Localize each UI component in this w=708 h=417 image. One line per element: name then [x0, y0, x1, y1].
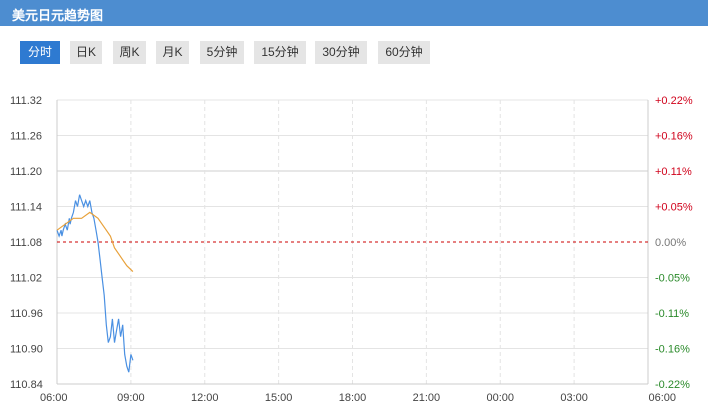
y-tick-label: 111.20 [10, 166, 42, 178]
x-tick-label: 18:00 [339, 392, 367, 404]
x-tick-label: 03:00 [560, 392, 588, 404]
pct-tick-label: -0.16% [655, 344, 690, 356]
pct-tick-label: -0.22% [655, 379, 690, 391]
y-tick-label: 111.02 [10, 273, 42, 285]
y-tick-label: 111.32 [10, 95, 42, 107]
y-tick-label: 111.08 [10, 237, 42, 249]
y-tick-label: 110.96 [10, 308, 43, 320]
pct-tick-label: -0.05% [655, 273, 690, 285]
pct-tick-label: +0.05% [655, 202, 693, 214]
y-tick-label: 110.84 [10, 379, 43, 391]
x-tick-label: 06:00 [40, 392, 68, 404]
pct-tick-label: -0.11% [655, 308, 689, 320]
pct-tick-label: +0.11% [655, 166, 692, 178]
pct-tick-label: +0.16% [655, 131, 693, 143]
price-chart: 111.32 +0.22% 111.26 +0.16% 111.20 +0.11% 111.… [10, 95, 693, 404]
x-tick-label: 12:00 [191, 392, 219, 404]
x-tick-label: 21:00 [413, 392, 441, 404]
pct-tick-label: +0.22% [655, 95, 693, 107]
pct-tick-label: 0.00% [655, 237, 686, 249]
x-tick-label: 15:00 [265, 392, 293, 404]
y-tick-label: 111.14 [10, 202, 42, 214]
y-tick-label: 110.90 [10, 344, 43, 356]
x-tick-label: 09:00 [117, 392, 145, 404]
x-tick-label: 06:00 [648, 392, 676, 404]
y-tick-label: 111.26 [10, 131, 42, 143]
x-tick-label: 00:00 [486, 392, 514, 404]
